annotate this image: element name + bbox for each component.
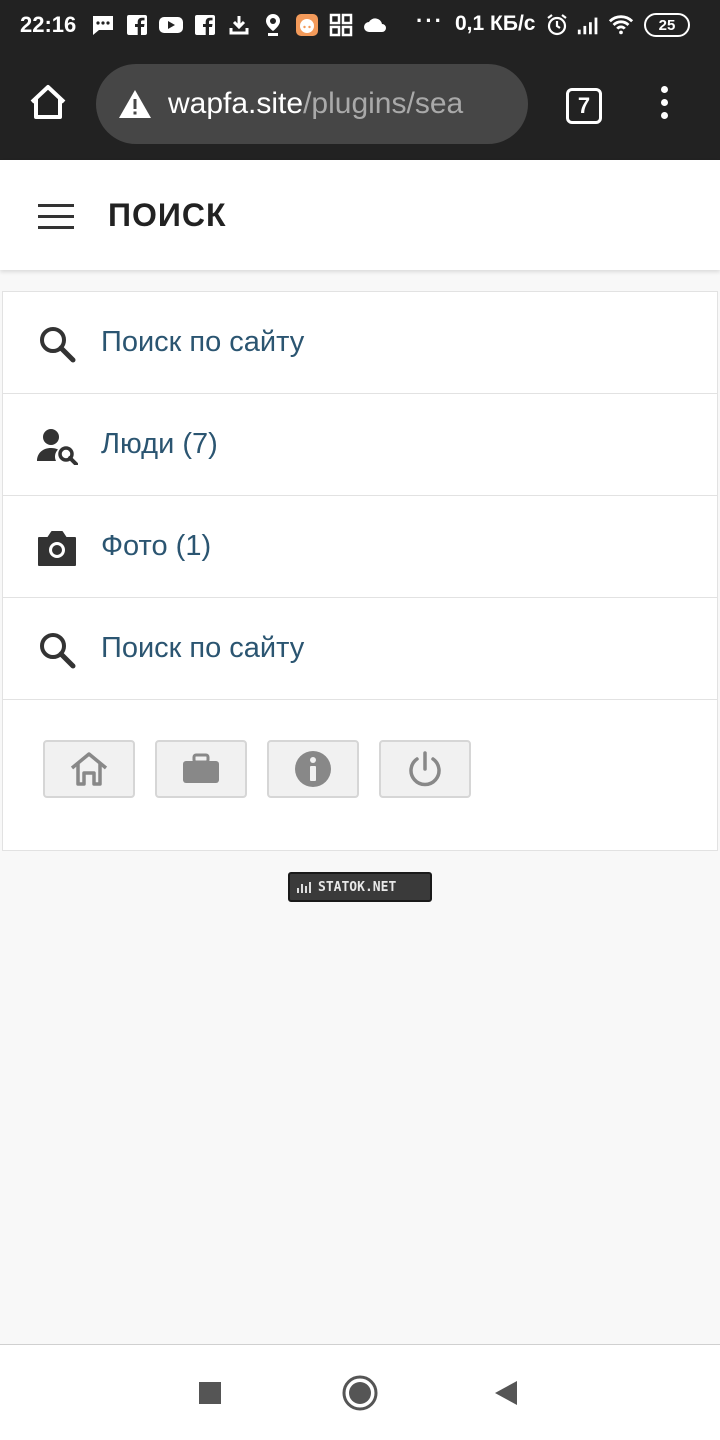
list-item-label: Поиск по сайту — [101, 632, 305, 664]
home-icon — [30, 85, 66, 119]
back-triangle-icon — [495, 1381, 517, 1405]
wifi-icon — [608, 12, 634, 38]
system-navigation-bar — [0, 1344, 720, 1440]
counter-label: STATOK.NET — [318, 879, 397, 895]
list-item-site-search-2[interactable]: Поиск по сайту — [3, 598, 717, 700]
circle-icon — [342, 1375, 378, 1411]
info-button[interactable] — [267, 740, 359, 798]
search-icon — [35, 322, 79, 366]
signal-icon — [576, 12, 602, 38]
tab-switcher-button[interactable]: 7 — [566, 88, 602, 124]
search-icon — [35, 628, 79, 672]
system-status-icons: 25 — [544, 10, 690, 40]
facebook-icon — [124, 12, 150, 38]
address-bar[interactable]: wapfa.site/plugins/sea — [96, 64, 528, 144]
home-button[interactable] — [43, 740, 135, 798]
back-button[interactable] — [486, 1373, 526, 1413]
list-item-photos[interactable]: Фото (1) — [3, 496, 717, 598]
camera-icon — [35, 526, 79, 570]
notification-icons — [90, 12, 388, 38]
app-pig-icon — [294, 12, 320, 38]
url-domain: wapfa.site — [168, 87, 304, 120]
info-icon — [295, 751, 331, 787]
alarm-icon — [544, 12, 570, 38]
location-icon — [260, 12, 286, 38]
more-notifications-indicator: ··· — [416, 8, 444, 33]
url-path: /plugins/sea — [303, 87, 464, 120]
browser-menu-button[interactable] — [652, 86, 676, 126]
list-item-label: Поиск по сайту — [101, 326, 305, 358]
url-text: wapfa.site/plugins/sea — [168, 87, 513, 121]
battery-indicator: 25 — [644, 13, 690, 37]
recents-button[interactable] — [190, 1373, 230, 1413]
message-icon — [90, 12, 116, 38]
browser-toolbar: wapfa.site/plugins/sea 7 — [0, 60, 720, 150]
bar-chart-icon — [297, 882, 311, 893]
insecure-warning-icon — [119, 90, 151, 118]
briefcase-button[interactable] — [155, 740, 247, 798]
statok-counter-badge[interactable]: STATOK.NET — [288, 872, 432, 902]
square-icon — [199, 1382, 221, 1404]
app-header: ПОИСК — [0, 160, 720, 270]
briefcase-icon — [183, 753, 219, 783]
list-item-label: Фото (1) — [101, 530, 212, 562]
page-title: ПОИСК — [108, 197, 227, 233]
facebook-icon — [192, 12, 218, 38]
home-nav-button[interactable] — [340, 1373, 380, 1413]
power-icon — [409, 751, 441, 787]
footer-button-row — [3, 700, 717, 850]
browser-home-button[interactable] — [26, 80, 70, 124]
apps-grid-icon — [328, 12, 354, 38]
status-time: 22:16 — [20, 12, 77, 37]
hamburger-menu-button[interactable] — [38, 204, 74, 230]
logout-button[interactable] — [379, 740, 471, 798]
cloud-icon — [362, 12, 388, 38]
download-icon — [226, 12, 252, 38]
list-item-people[interactable]: Люди (7) — [3, 394, 717, 496]
network-speed: 0,1 КБ/с — [455, 12, 536, 35]
list-item-site-search[interactable]: Поиск по сайту — [3, 292, 717, 394]
search-menu-card: Поиск по сайту Люди (7) Фото (1) Поиск п… — [2, 291, 718, 851]
home-icon — [70, 752, 108, 786]
list-item-label: Люди (7) — [101, 428, 218, 460]
youtube-icon — [158, 12, 184, 38]
person-search-icon — [35, 424, 79, 468]
status-bar: 22:16 ··· 0,1 КБ/с 25 — [0, 0, 720, 50]
